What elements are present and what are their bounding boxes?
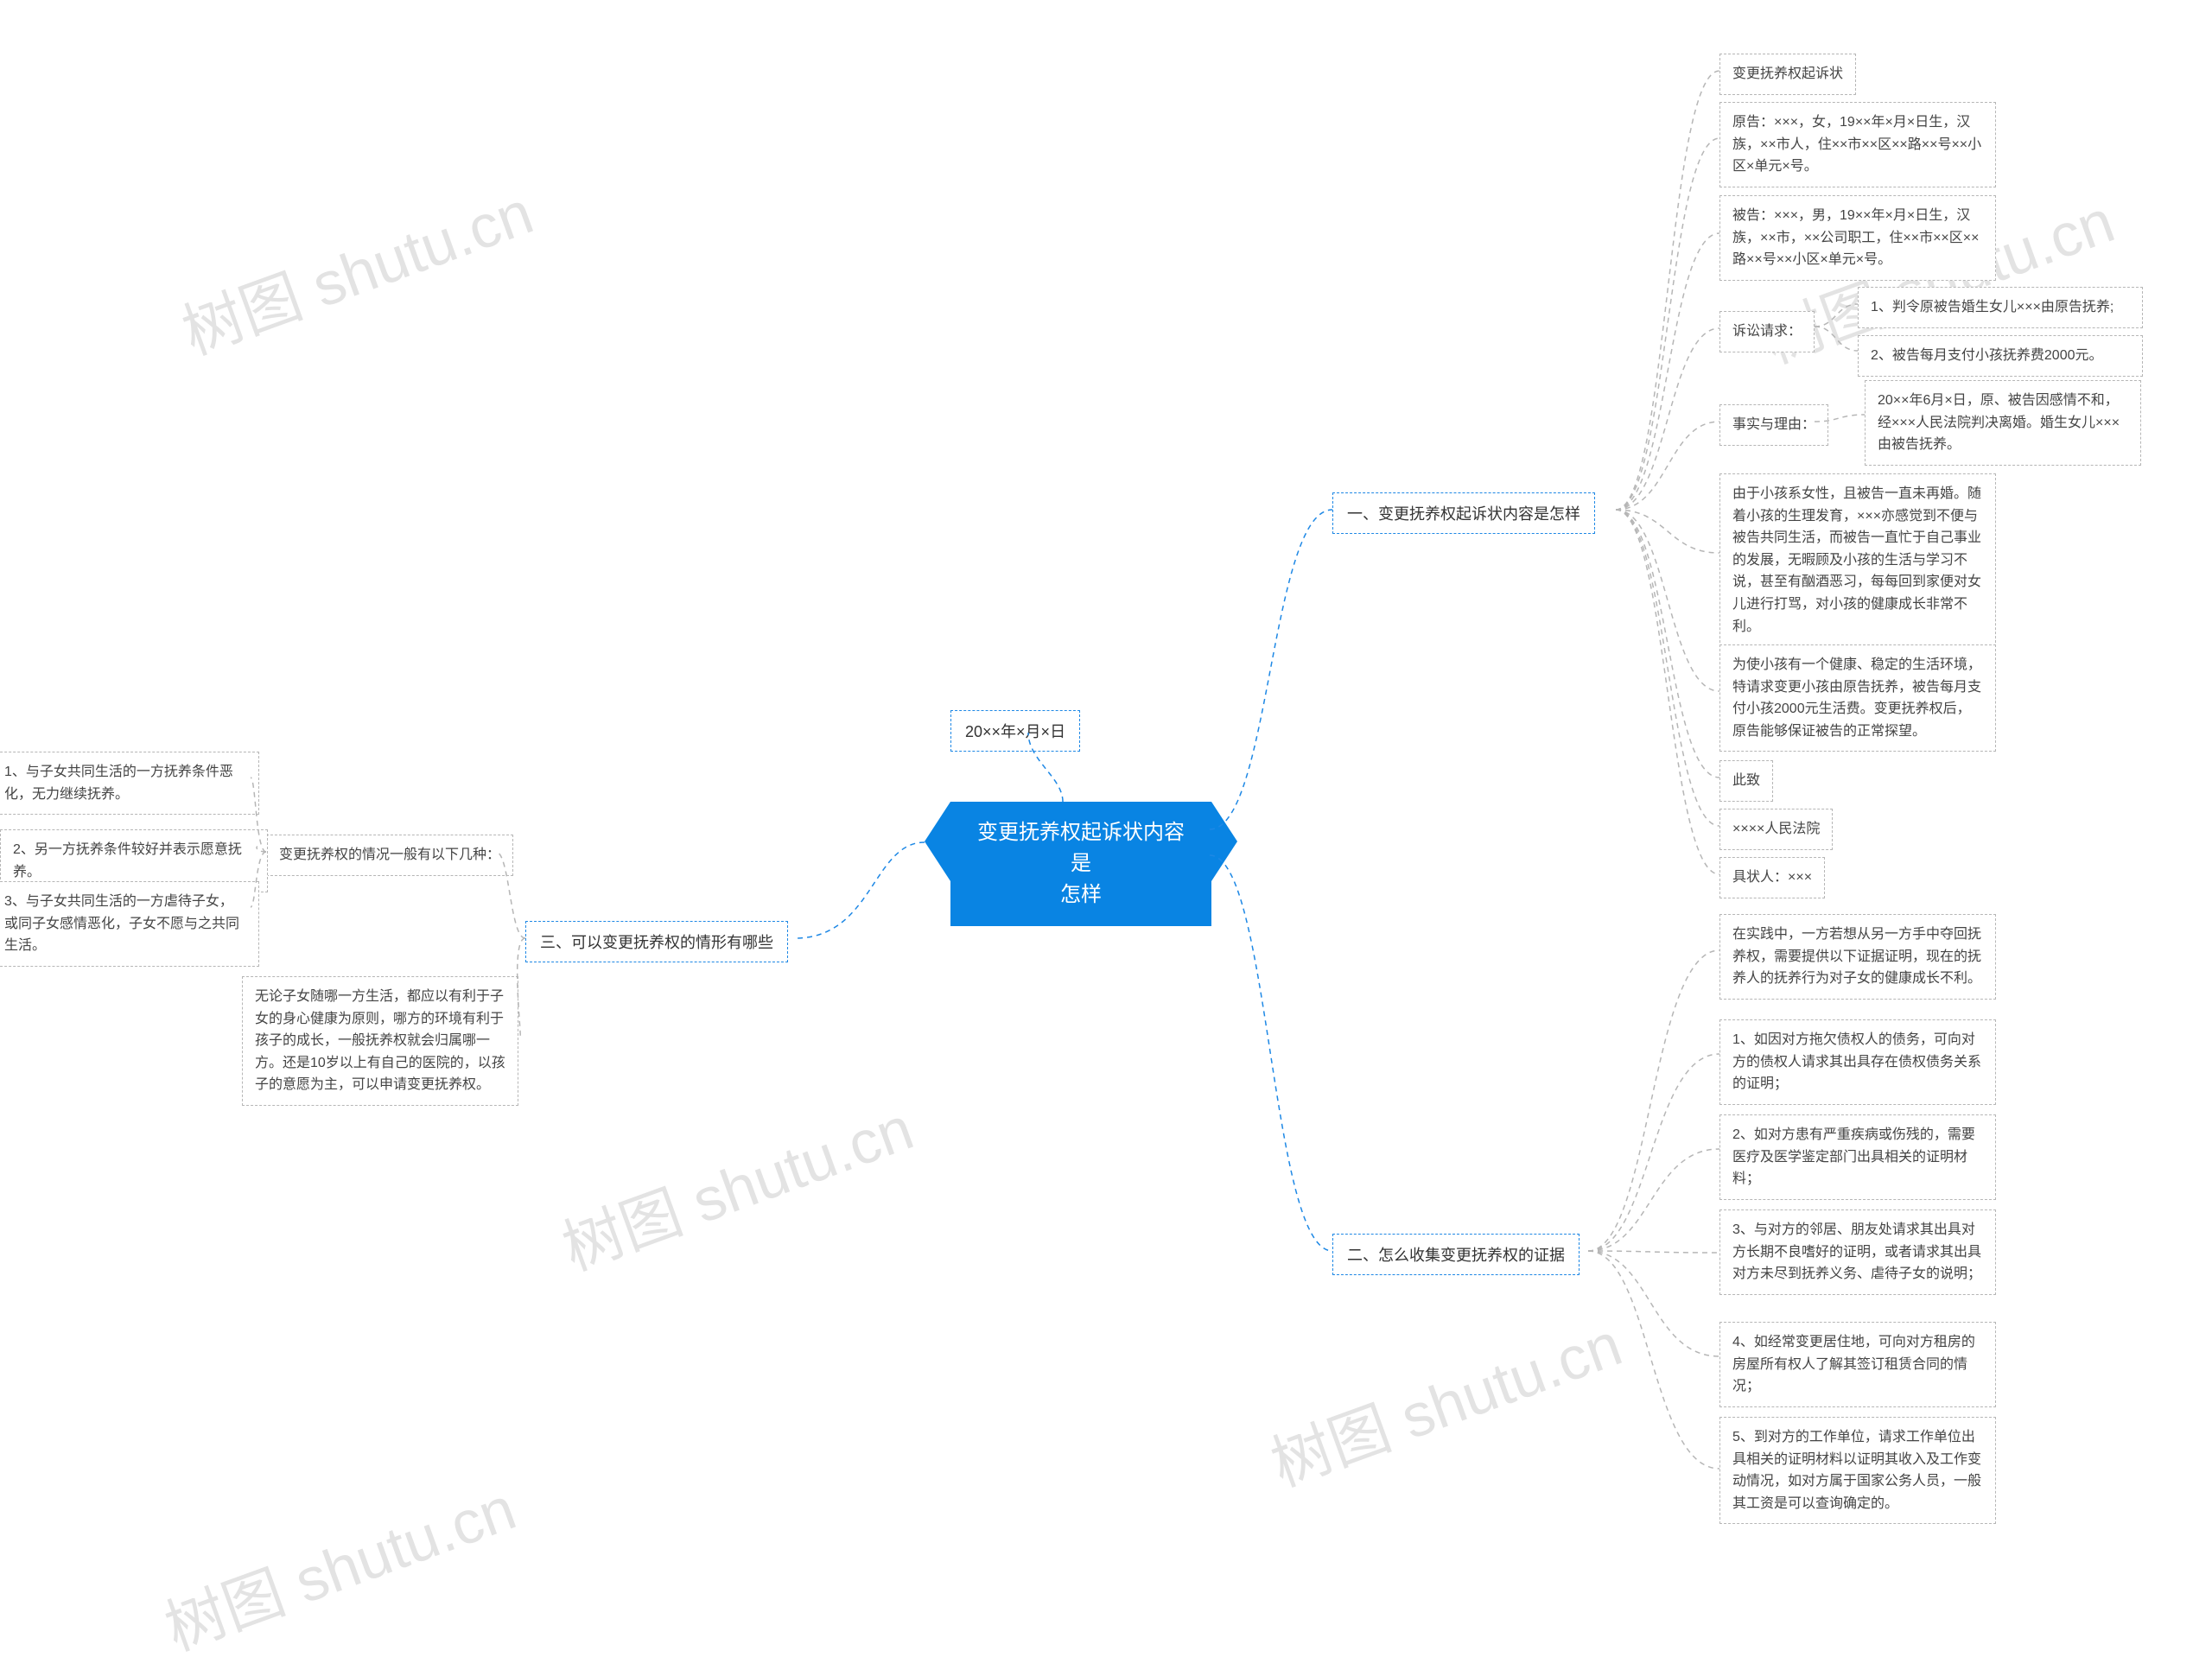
s2-item-2[interactable]: 2、如对方患有严重疾病或伤残的，需要医疗及医学鉴定部门出具相关的证明材料； xyxy=(1719,1114,1996,1200)
s1-facts-1[interactable]: 20××年6月×日，原、被告因感情不和，经×××人民法院判决离婚。婚生女儿×××… xyxy=(1865,380,2141,466)
s3-sub[interactable]: 变更抚养权的情况一般有以下几种： xyxy=(266,835,513,876)
s3-item-1[interactable]: 1、与子女共同生活的一方抚养条件恶化，无力继续抚养。 xyxy=(0,752,259,815)
s2-intro[interactable]: 在实践中，一方若想从另一方手中夺回抚养权，需要提供以下证据证明，现在的抚养人的抚… xyxy=(1719,914,1996,1000)
s1-plaintiff[interactable]: 原告：×××，女，19××年×月×日生，汉族，××市人，住××市××区××路××… xyxy=(1719,102,1996,187)
root-label: 变更抚养权起诉状内容是 怎样 xyxy=(977,821,1185,906)
s1-facts-label[interactable]: 事实与理由： xyxy=(1719,404,1828,446)
branch-section-1[interactable]: 一、变更抚养权起诉状内容是怎样 xyxy=(1332,492,1595,534)
s2-item-5[interactable]: 5、到对方的工作单位，请求工作单位出具相关的证明材料以证明其收入及工作变动情况，… xyxy=(1719,1417,1996,1524)
watermark: 树图 shutu.cn xyxy=(550,1081,924,1288)
s2-item-4[interactable]: 4、如经常变更居住地，可向对方租房的房屋所有权人了解其签订租赁合同的情况； xyxy=(1719,1322,1996,1407)
s1-title[interactable]: 变更抚养权起诉状 xyxy=(1719,54,1856,95)
watermark: 树图 shutu.cn xyxy=(169,165,543,372)
s2-item-1[interactable]: 1、如因对方拖欠债权人的债务，可向对方的债权人请求其出具存在债权债务关系的证明； xyxy=(1719,1019,1996,1105)
branch-date[interactable]: 20××年×月×日 xyxy=(950,710,1080,752)
s3-item-3[interactable]: 3、与子女共同生活的一方虐待子女，或同子女感情恶化，子女不愿与之共同生活。 xyxy=(0,881,259,967)
root-node[interactable]: 变更抚养权起诉状内容是 怎样 xyxy=(950,802,1211,926)
s1-closing-3[interactable]: 具状人：××× xyxy=(1719,857,1825,898)
s1-facts-2[interactable]: 由于小孩系女性，且被告一直未再婚。随着小孩的生理发育，×××亦感觉到不便与被告共… xyxy=(1719,473,1996,647)
s2-item-3[interactable]: 3、与对方的邻居、朋友处请求其出具对方长期不良嗜好的证明，或者请求其出具对方未尽… xyxy=(1719,1209,1996,1295)
s1-defendant[interactable]: 被告：×××，男，19××年×月×日生，汉族，××市，××公司职工，住××市××… xyxy=(1719,195,1996,281)
s1-closing-2[interactable]: ××××人民法院 xyxy=(1719,809,1833,850)
branch-section-2[interactable]: 二、怎么收集变更抚养权的证据 xyxy=(1332,1234,1580,1275)
watermark: 树图 shutu.cn xyxy=(152,1461,526,1668)
watermark: 树图 shutu.cn xyxy=(1258,1297,1632,1504)
s1-facts-3[interactable]: 为使小孩有一个健康、稳定的生活环境，特请求变更小孩由原告抚养，被告每月支付小孩2… xyxy=(1719,644,1996,752)
s3-note[interactable]: 无论子女随哪一方生活，都应以有利于子女的身心健康为原则，哪方的环境有利于孩子的成… xyxy=(242,976,518,1106)
s1-claim-1[interactable]: 1、判令原被告婚生女儿×××由原告抚养; xyxy=(1858,287,2143,328)
s1-claim-label[interactable]: 诉讼请求： xyxy=(1719,311,1815,352)
branch-section-3[interactable]: 三、可以变更抚养权的情形有哪些 xyxy=(525,921,788,962)
s1-claim-2[interactable]: 2、被告每月支付小孩抚养费2000元。 xyxy=(1858,335,2143,377)
s1-closing-1[interactable]: 此致 xyxy=(1719,760,1773,802)
